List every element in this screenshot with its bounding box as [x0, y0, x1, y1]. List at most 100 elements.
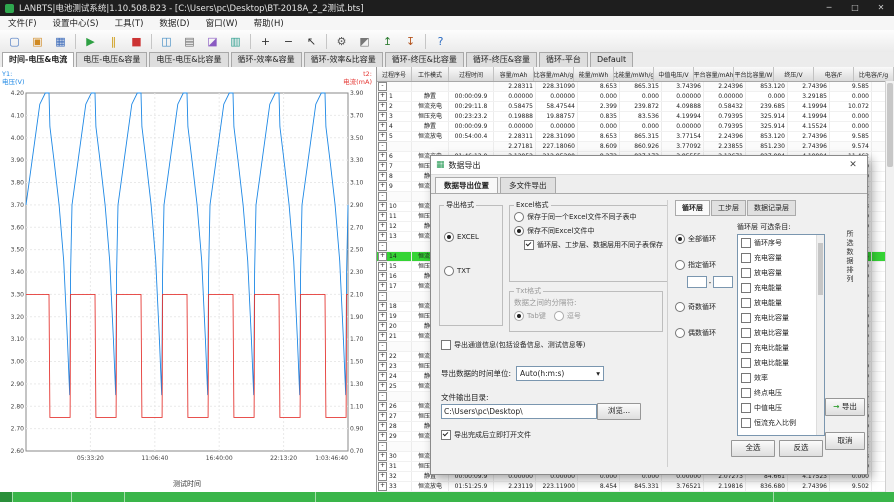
excel-subsheet-checkbox[interactable]: 循环层、工步层、数据层用不同子表保存	[524, 240, 663, 250]
radio-icon[interactable]	[675, 234, 685, 244]
txt-radio-1[interactable]: 逗号	[550, 309, 585, 323]
expander-icon[interactable]: +	[378, 322, 387, 331]
menu-item-2[interactable]: 工具(T)	[107, 17, 152, 29]
expander-icon[interactable]: -	[378, 342, 387, 351]
column-header-12[interactable]: 比电容/F/g	[854, 67, 894, 81]
expander-icon[interactable]: +	[378, 92, 387, 101]
view-tab-3[interactable]: 循环-效率&容量	[231, 52, 302, 67]
expander-icon[interactable]: +	[378, 482, 387, 491]
export-item-row[interactable]: 放电能量	[738, 295, 824, 310]
export-item-row[interactable]: 放电比容量	[738, 325, 824, 340]
cycle-to-input[interactable]	[713, 276, 733, 288]
txt-radio-0[interactable]: Tab键	[510, 309, 550, 323]
export-item-row[interactable]: 放电比能量	[738, 355, 824, 370]
invert-selection-button[interactable]: 反选	[779, 440, 823, 457]
toolbar-button-zoom-out[interactable]: −	[278, 31, 299, 51]
radio-icon[interactable]	[675, 260, 685, 270]
expander-icon[interactable]: -	[378, 142, 387, 151]
table-row[interactable]: +1静置00:00:09.90.000000.000000.0000.0000.…	[377, 92, 894, 102]
export-item-row[interactable]: 终点电压	[738, 385, 824, 400]
export-item-row[interactable]: 恒流充入比例	[738, 415, 824, 430]
radio-icon[interactable]	[444, 232, 454, 242]
column-header-1[interactable]: 工作模式	[412, 67, 449, 81]
expander-icon[interactable]: -	[378, 192, 387, 201]
export-item-row[interactable]: 中值电压	[738, 400, 824, 415]
layer-tab-2[interactable]: 数据记录层	[747, 200, 796, 216]
format-radio-0[interactable]: EXCEL	[440, 230, 502, 244]
export-item-row[interactable]: 充电能量	[738, 280, 824, 295]
radio-icon[interactable]	[514, 311, 524, 321]
cycle-from-input[interactable]	[687, 276, 707, 288]
toolbar-button-zoom-in[interactable]: +	[255, 31, 276, 51]
table-vertical-scrollbar[interactable]	[885, 81, 894, 492]
expander-icon[interactable]: +	[378, 332, 387, 341]
scrollbar-thumb[interactable]	[887, 83, 893, 167]
expander-icon[interactable]: +	[378, 282, 387, 291]
column-header-11[interactable]: 电容/F	[814, 67, 854, 81]
checkbox-icon[interactable]	[741, 238, 751, 248]
view-tab-8[interactable]: Default	[590, 52, 633, 67]
column-header-8[interactable]: 平台容量/mAh	[694, 67, 734, 81]
column-header-4[interactable]: 比容量/mAh/g	[534, 67, 574, 81]
toolbar-button-database[interactable]: ◩	[354, 31, 375, 51]
radio-icon[interactable]	[675, 328, 685, 338]
view-tab-2[interactable]: 电压-电压&比容量	[149, 52, 228, 67]
checkbox-icon[interactable]	[741, 298, 751, 308]
toolbar-button-import-data[interactable]: ↧	[400, 31, 421, 51]
toolbar-button-chart-view[interactable]: ◪	[202, 31, 223, 51]
column-header-0[interactable]: 过程序号	[377, 67, 412, 81]
checkbox-icon[interactable]	[741, 313, 751, 323]
table-row[interactable]: -2.27181227.180608.609860.9263.770922.23…	[377, 142, 894, 152]
toolbar-button-save-file[interactable]: ▦	[50, 31, 71, 51]
checkbox-icon[interactable]	[741, 358, 751, 368]
expander-icon[interactable]: -	[378, 392, 387, 401]
dialog-close-icon[interactable]: ✕	[844, 160, 862, 170]
open-after-checkbox[interactable]: 导出完成后立即打开文件	[441, 430, 531, 440]
cycle-scope-radio-2[interactable]: 奇数循环	[675, 302, 733, 312]
minimize-button[interactable]: ─	[816, 0, 842, 16]
checkbox-icon[interactable]	[741, 388, 751, 398]
expander-icon[interactable]: +	[378, 172, 387, 181]
export-item-row[interactable]: 循环序号	[738, 235, 824, 250]
format-radio-1[interactable]: TXT	[440, 264, 502, 278]
checkbox-icon[interactable]	[741, 253, 751, 263]
export-item-row[interactable]: 效率	[738, 370, 824, 385]
cycle-scope-radio-1[interactable]: 指定循环	[675, 260, 733, 270]
table-row[interactable]: -2.28311228.310908.653865.3153.743962.24…	[377, 82, 894, 92]
expander-icon[interactable]: -	[378, 82, 387, 91]
expander-icon[interactable]: +	[378, 402, 387, 411]
table-row[interactable]: +2恒流充电00:29:11.80.5847558.475442.399239.…	[377, 102, 894, 112]
column-header-7[interactable]: 中值电压/V	[654, 67, 694, 81]
menu-item-0[interactable]: 文件(F)	[0, 17, 45, 29]
expander-icon[interactable]: +	[378, 222, 387, 231]
expander-icon[interactable]: +	[378, 352, 387, 361]
radio-icon[interactable]	[514, 212, 524, 222]
expander-icon[interactable]: +	[378, 152, 387, 161]
table-row[interactable]: +3恒压充电00:23:23.20.1988819.887570.83583.5…	[377, 112, 894, 122]
checkbox-icon[interactable]	[741, 268, 751, 278]
column-header-10[interactable]: 终压/V	[774, 67, 814, 81]
checkbox-icon[interactable]	[441, 340, 451, 350]
export-item-row[interactable]: 放电容量	[738, 265, 824, 280]
toolbar-button-start-test[interactable]: ▶	[80, 31, 101, 51]
export-item-row[interactable]: 充电容量	[738, 250, 824, 265]
table-row[interactable]: +5恒流放电00:54:00.42.28311228.310908.653865…	[377, 132, 894, 142]
maximize-button[interactable]: □	[842, 0, 868, 16]
view-tab-7[interactable]: 循环-平台	[539, 52, 588, 67]
radio-icon[interactable]	[514, 226, 524, 236]
channel-info-checkbox[interactable]: 导出通道信息(包括设备信息、测试信息等)	[441, 340, 585, 350]
export-item-row[interactable]: 充电比能量	[738, 340, 824, 355]
column-header-3[interactable]: 容量/mAh	[494, 67, 534, 81]
expander-icon[interactable]: -	[378, 242, 387, 251]
expander-icon[interactable]: +	[378, 362, 387, 371]
column-header-5[interactable]: 能量/mWh	[574, 67, 614, 81]
expander-icon[interactable]: +	[378, 462, 387, 471]
toolbar-button-report-view[interactable]: ▥	[225, 31, 246, 51]
dialog-titlebar[interactable]: ▦ 数据导出 ✕	[431, 156, 867, 175]
expander-icon[interactable]: +	[378, 312, 387, 321]
close-button[interactable]: ✕	[868, 0, 894, 16]
view-tab-0[interactable]: 时间-电压&电流	[2, 52, 74, 67]
excel-radio-0[interactable]: 保存于同一个Excel文件不同子表中	[510, 210, 667, 224]
toolbar-button-stop-test[interactable]: ■	[126, 31, 147, 51]
menu-item-1[interactable]: 设置中心(S)	[45, 17, 107, 29]
